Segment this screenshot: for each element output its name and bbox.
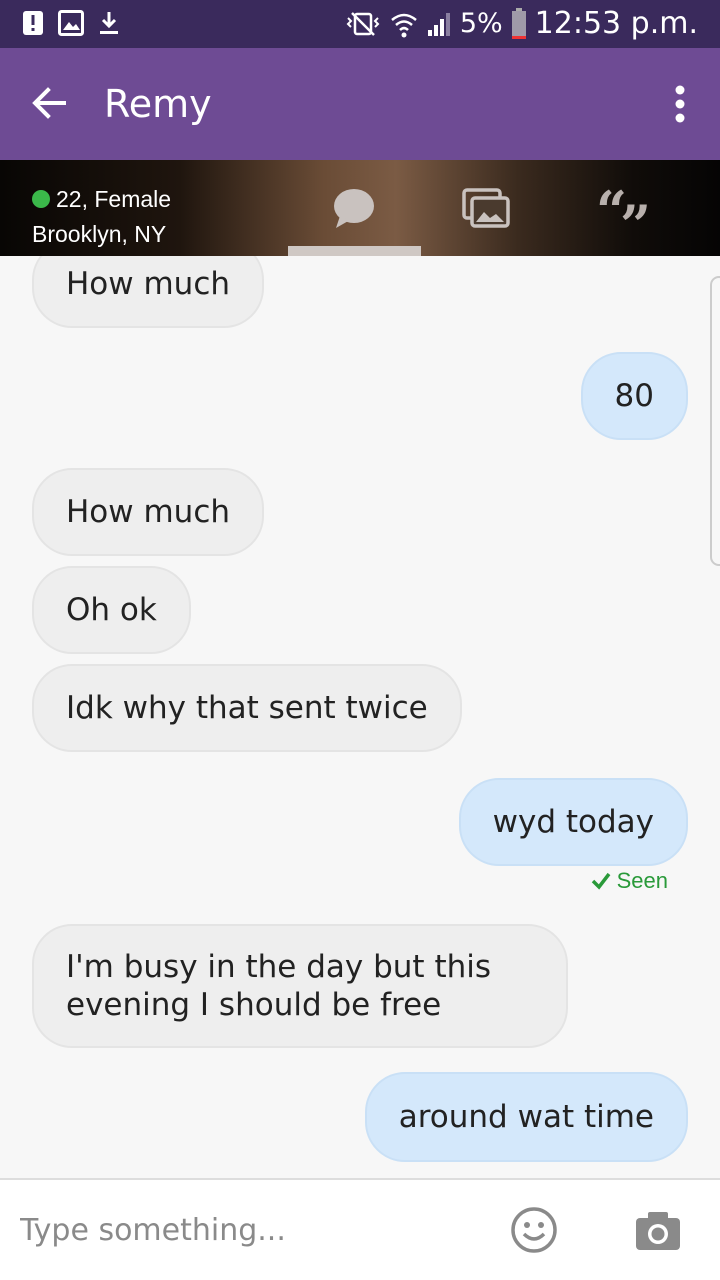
photos-icon[interactable] [456,182,516,234]
vibrate-silent-icon [346,11,380,36]
active-tab-indicator [288,246,421,256]
profile-header: 22, Female Brooklyn, NY “” [0,160,720,256]
message-received: Idk why that sent twice [32,664,462,752]
back-arrow-icon[interactable] [28,82,70,124]
download-icon [100,12,118,34]
message-input[interactable] [20,1202,480,1258]
wifi-icon [391,13,417,37]
message-list[interactable]: How much 80 How much Oh ok Idk why that … [0,256,720,1178]
message-received: Oh ok [32,566,191,654]
alert-icon [23,11,43,35]
online-status-dot [32,190,50,208]
message-sent: 80 [580,352,688,440]
notification-icons [22,10,120,36]
battery-icon [511,7,526,39]
scroll-handle[interactable] [710,276,720,566]
conversation-title: Remy [104,82,212,126]
composer [0,1178,720,1280]
signal-icon [427,12,450,36]
svg-text:”: ” [620,193,650,234]
message-received: How much [32,256,265,328]
image-icon [58,10,84,36]
overflow-menu-icon[interactable] [670,84,690,124]
chat-bubble-icon[interactable] [324,182,384,234]
camera-icon[interactable] [634,1210,682,1252]
read-receipt: Seen [591,868,668,894]
message-sent: wyd today [458,778,688,866]
status-bar: 5% 12:53 p.m. [0,0,720,48]
battery-percent: 5% [459,8,503,39]
system-status: 5% 12:53 p.m. [344,6,698,41]
quote-icon[interactable]: “” [590,182,650,234]
profile-location: Brooklyn, NY [32,221,167,247]
checkmark-icon [591,872,610,890]
clock: 12:53 p.m. [534,6,698,41]
profile-info: 22, Female Brooklyn, NY [32,182,171,252]
app-bar: Remy [0,48,720,160]
profile-age-gender: 22, Female [32,182,171,217]
emoji-icon[interactable] [510,1206,558,1254]
message-received: I'm busy in the day but this evening I s… [32,924,568,1048]
message-received: How much [32,468,265,556]
message-sent: around wat time [364,1072,688,1162]
